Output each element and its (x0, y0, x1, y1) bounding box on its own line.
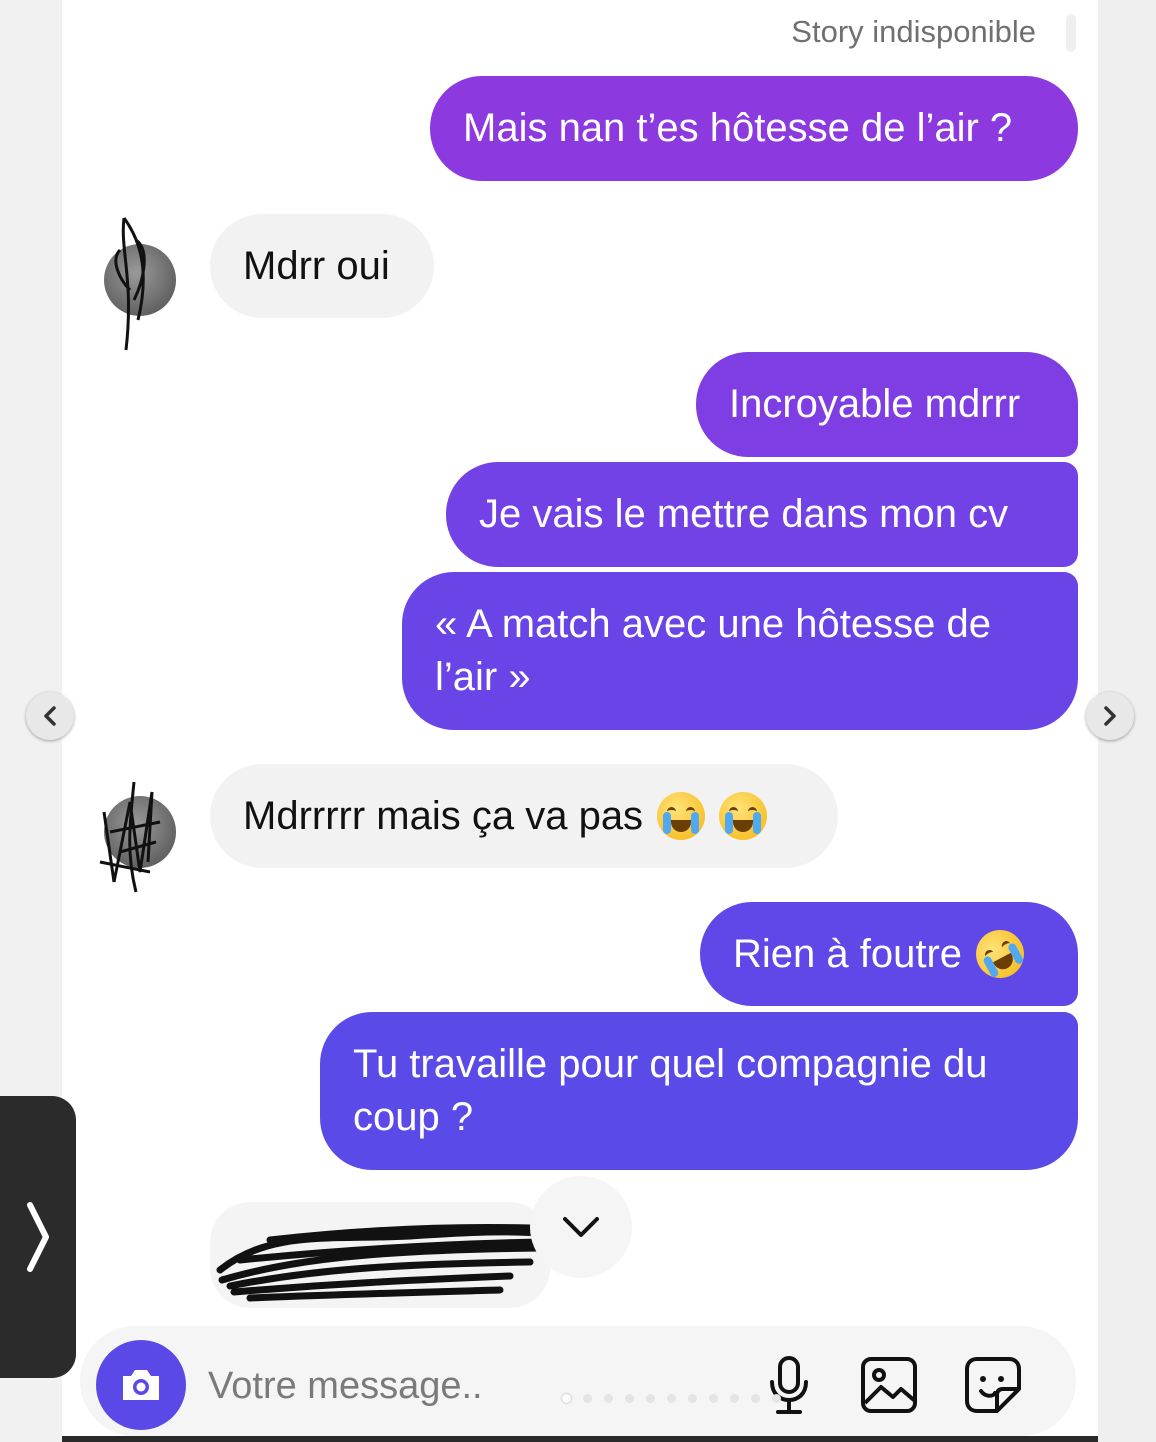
chat-screen: Story indisponible Mais nan t’es hôtesse… (62, 0, 1098, 1436)
redaction-scribble (216, 1224, 554, 1302)
carousel-dots (562, 1394, 781, 1403)
contact-avatar[interactable] (99, 781, 176, 893)
sticker-button[interactable] (960, 1352, 1026, 1418)
message-text: Tu travaille pour quel compagnie du coup… (353, 1042, 988, 1139)
send-image-button[interactable] (856, 1352, 922, 1418)
message-sent[interactable]: Mais nan t’es hôtesse de l’air ? (430, 76, 1078, 181)
message-text: Incroyable mdrrr (729, 382, 1021, 426)
loudly-crying-face-icon (657, 792, 706, 840)
message-received[interactable]: Mdrr oui (210, 214, 434, 318)
previous-image-button[interactable] (26, 692, 74, 740)
chevron-down-icon (563, 1217, 599, 1237)
chevron-right-icon (1104, 706, 1116, 726)
screenshot-frame: Story indisponible Mais nan t’es hôtesse… (0, 0, 1156, 1442)
side-panel-toggle[interactable] (0, 1096, 76, 1378)
scroll-down-button[interactable] (530, 1176, 632, 1278)
message-text: Rien à foutre (733, 931, 963, 976)
next-image-button[interactable] (1086, 692, 1134, 740)
message-sent[interactable]: « A match avec une hôtesse de l’air » (402, 572, 1078, 730)
camera-icon (123, 1370, 159, 1400)
message-text: Mdrr oui (243, 243, 390, 288)
camera-button[interactable] (96, 1340, 186, 1430)
chevron-left-icon (44, 706, 56, 726)
message-input[interactable] (208, 1356, 748, 1416)
scrollbar[interactable] (1066, 14, 1076, 52)
message-text: Je vais le mettre dans mon cv (479, 492, 1009, 536)
message-text: Mdrrrrr mais ça va pas (243, 793, 644, 838)
image-icon (861, 1357, 917, 1413)
sticker-icon (965, 1357, 1021, 1413)
story-unavailable-label: Story indisponible (791, 14, 1036, 49)
message-sent[interactable]: Je vais le mettre dans mon cv (446, 462, 1078, 567)
loudly-crying-face-icon (719, 792, 768, 840)
voice-message-button[interactable] (756, 1352, 822, 1418)
message-text: Mais nan t’es hôtesse de l’air ? (463, 106, 1013, 150)
chevron-right-icon (27, 1202, 49, 1272)
message-sent[interactable]: Rien à foutre (700, 902, 1078, 1006)
message-received[interactable]: Mdrrrrr mais ça va pas (210, 764, 838, 868)
message-text: « A match avec une hôtesse de l’air » (435, 602, 991, 699)
message-sent[interactable]: Tu travaille pour quel compagnie du coup… (320, 1012, 1078, 1170)
microphone-icon (770, 1356, 808, 1414)
contact-avatar[interactable] (104, 217, 176, 351)
rolling-on-the-floor-laughing-icon (967, 921, 1033, 987)
message-sent[interactable]: Incroyable mdrrr (696, 352, 1078, 457)
